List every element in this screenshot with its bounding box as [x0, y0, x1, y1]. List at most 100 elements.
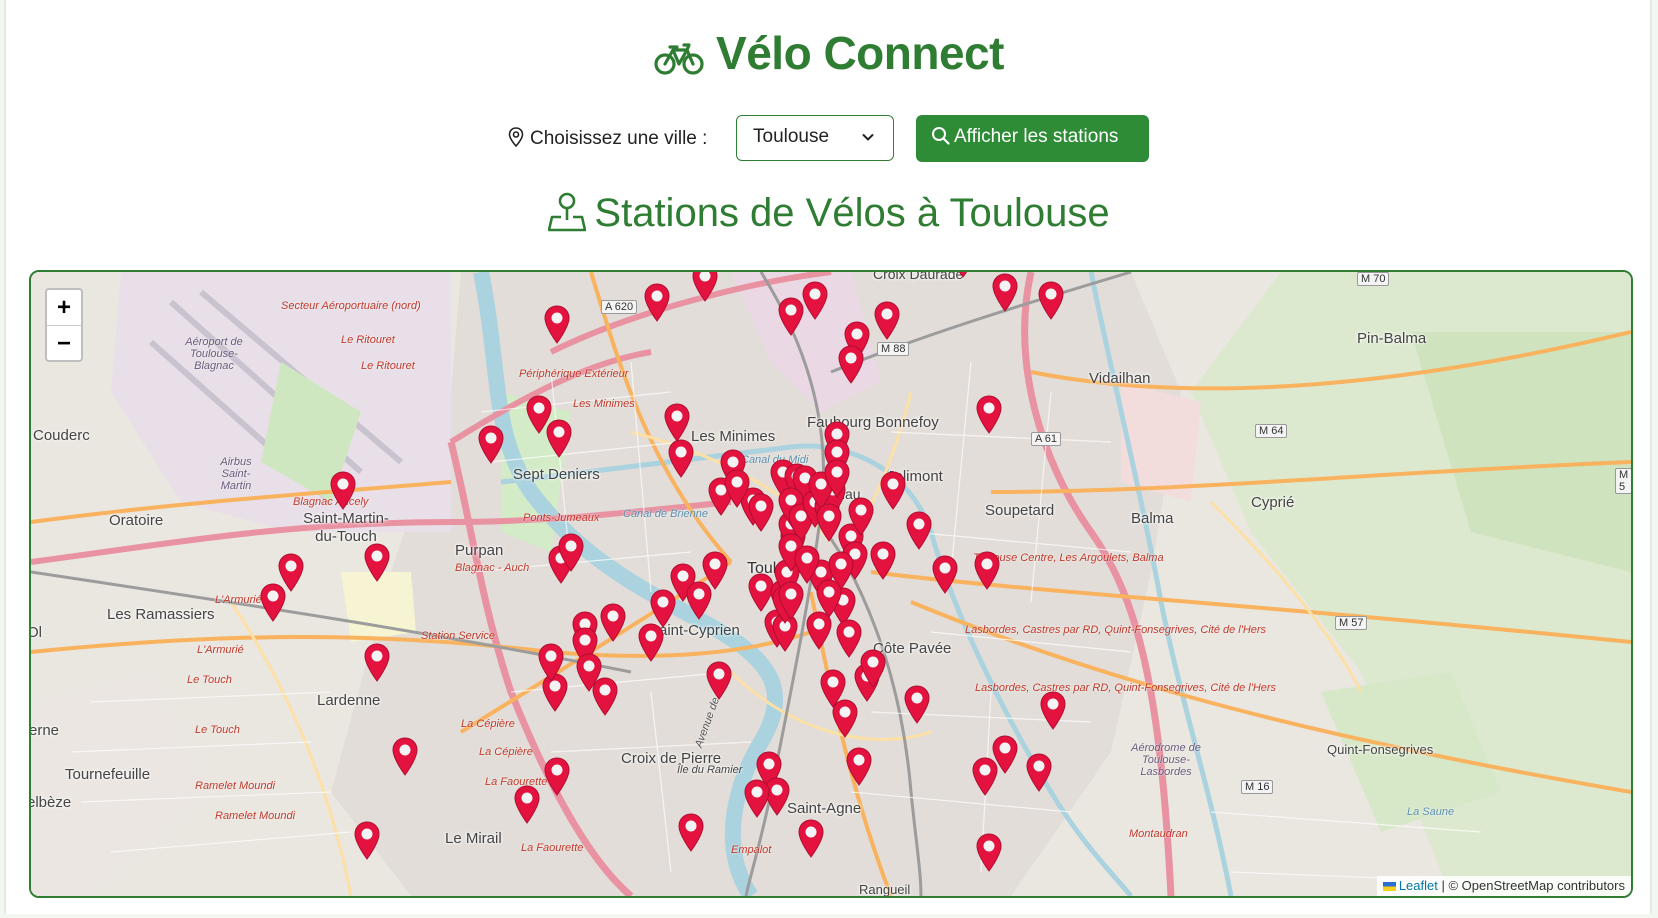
road-label: Montaudran: [1129, 828, 1188, 840]
station-marker[interactable]: [557, 532, 585, 572]
station-marker[interactable]: [831, 698, 859, 738]
city-label: Choisissez une ville :: [508, 127, 707, 150]
section-title-text: Stations de Vélos à Toulouse: [594, 191, 1110, 235]
station-marker[interactable]: [667, 438, 695, 478]
station-marker[interactable]: [329, 470, 357, 510]
road-label: Le Touch: [187, 674, 232, 686]
station-marker[interactable]: [991, 734, 1019, 774]
place-label: Les Ramassiers: [107, 606, 215, 623]
station-marker[interactable]: [845, 746, 873, 786]
place-label: Ol: [31, 624, 42, 641]
station-marker[interactable]: [869, 540, 897, 580]
station-marker[interactable]: [1039, 690, 1067, 730]
road-label: Canal de Brienne: [623, 508, 709, 520]
station-marker[interactable]: [685, 580, 713, 620]
road-label: Secteur Aéroportuaire (nord): [281, 300, 421, 312]
station-marker[interactable]: [259, 582, 287, 622]
road-label: Aérodrome de Toulouse-Lasbordes: [1131, 742, 1201, 778]
station-marker[interactable]: [1025, 752, 1053, 792]
app-title: Vélo Connect: [0, 26, 1658, 80]
map-pin-user-icon: [548, 192, 587, 232]
road-label: Empalot: [731, 844, 772, 856]
station-marker[interactable]: [643, 282, 671, 322]
station-marker[interactable]: [543, 756, 571, 796]
show-stations-button[interactable]: Afficher les stations: [916, 115, 1149, 162]
leaflet-link[interactable]: Leaflet: [1399, 878, 1438, 893]
road-label: Le Touch: [195, 724, 240, 736]
station-marker[interactable]: [815, 578, 843, 618]
road-label: Le Ritouret: [341, 334, 395, 346]
city-select[interactable]: Toulouse: [736, 115, 894, 161]
place-label: Purpan: [455, 542, 504, 559]
place-label: Oratoire: [109, 512, 164, 529]
station-marker[interactable]: [973, 550, 1001, 590]
station-marker[interactable]: [801, 280, 829, 320]
station-marker[interactable]: [903, 684, 931, 724]
station-marker[interactable]: [815, 502, 843, 542]
road-shield: M 88: [877, 342, 910, 356]
station-marker[interactable]: [637, 622, 665, 662]
station-marker[interactable]: [391, 736, 419, 776]
station-marker[interactable]: [723, 468, 751, 508]
station-marker[interactable]: [537, 642, 565, 682]
place-label: Pin-Balma: [1357, 330, 1427, 347]
station-marker[interactable]: [975, 394, 1003, 434]
search-icon: [932, 127, 950, 145]
station-marker[interactable]: [1037, 280, 1065, 320]
place-label: Île du Ramier: [677, 764, 743, 776]
station-marker[interactable]: [663, 402, 691, 442]
station-marker[interactable]: [545, 418, 573, 458]
place-label: Balma: [1131, 510, 1174, 527]
station-marker[interactable]: [705, 660, 733, 700]
station-marker[interactable]: [991, 272, 1019, 312]
station-marker[interactable]: [543, 304, 571, 344]
station-marker[interactable]: [363, 642, 391, 682]
station-marker[interactable]: [847, 496, 875, 536]
place-label: Le Mirail: [445, 830, 502, 847]
road-label: Aéroport de Toulouse-Blagnac: [185, 336, 243, 372]
station-marker[interactable]: [905, 510, 933, 550]
station-marker[interactable]: [797, 818, 825, 858]
road-shield: M 5: [1615, 468, 1631, 494]
station-marker[interactable]: [873, 300, 901, 340]
place-label: Soupetard: [985, 502, 1055, 519]
place-label: Sept Deniers: [513, 466, 600, 483]
location-pin-icon: [508, 127, 524, 148]
station-marker[interactable]: [513, 784, 541, 824]
road-label: Toulouse Centre, Les Argoulets, Balma: [973, 552, 1164, 564]
station-marker[interactable]: [837, 344, 865, 384]
station-marker[interactable]: [975, 832, 1003, 872]
station-marker[interactable]: [747, 492, 775, 532]
station-marker[interactable]: [599, 602, 627, 642]
city-label-text: Choisissez une ville :: [530, 128, 708, 149]
road-label: La Saune: [1407, 806, 1455, 818]
road-shield: A 620: [601, 300, 638, 314]
place-label: elbèze: [29, 794, 72, 811]
station-marker[interactable]: [743, 778, 771, 818]
station-marker[interactable]: [477, 424, 505, 464]
road-label: Lasbordes, Castres par RD, Quint-Fonsegr…: [975, 682, 1277, 694]
station-marker[interactable]: [777, 580, 805, 620]
station-marker[interactable]: [691, 270, 719, 302]
road-label: La Cépière: [479, 746, 533, 758]
place-label: Les Minimes: [691, 428, 776, 445]
road-label: Ponts-Jumeaux: [523, 512, 600, 524]
zoom-out-button[interactable]: −: [47, 326, 81, 361]
place-label: Saint-Martin-du-Touch: [303, 510, 389, 545]
station-marker[interactable]: [949, 270, 977, 278]
road-label: La Faourette: [521, 842, 584, 854]
road-label: Le Ritouret: [361, 360, 415, 372]
station-marker[interactable]: [859, 648, 887, 688]
app-title-text: Vélo Connect: [716, 27, 1004, 79]
station-marker[interactable]: [879, 470, 907, 510]
station-marker[interactable]: [931, 554, 959, 594]
station-marker[interactable]: [353, 820, 381, 860]
station-marker[interactable]: [591, 676, 619, 716]
station-marker[interactable]: [823, 458, 851, 498]
stations-map[interactable]: Couderc Oratoire Saint-Martin-du-Touch L…: [29, 270, 1633, 898]
zoom-in-button[interactable]: +: [47, 290, 81, 326]
station-marker[interactable]: [363, 542, 391, 582]
place-label: Saint-Agne: [787, 800, 862, 817]
station-marker[interactable]: [677, 812, 705, 852]
place-label: erne: [29, 722, 60, 739]
